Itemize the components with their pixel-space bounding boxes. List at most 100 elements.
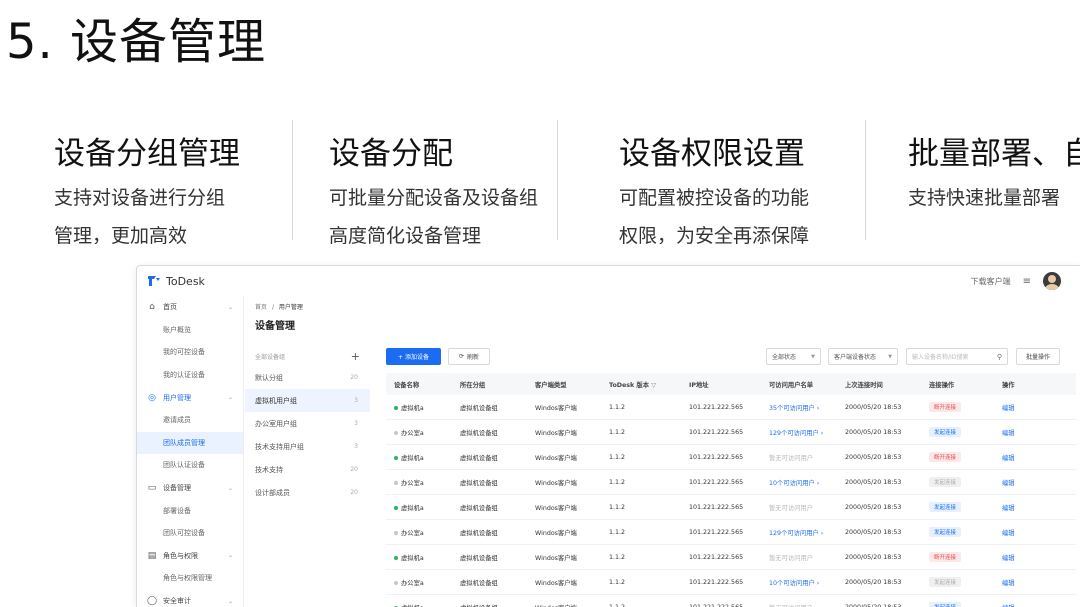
sidebar-item-label: 角色与权限 xyxy=(163,551,198,560)
client-status-select[interactable]: 客户端设备状态 ▼ xyxy=(828,348,898,365)
connect-action-button[interactable]: 断开连接 xyxy=(929,402,962,412)
page-title: 设备管理 xyxy=(255,321,295,332)
brand[interactable]: ToDesk xyxy=(147,275,205,288)
device-group: 虚拟机设备组 xyxy=(460,429,498,437)
avatar[interactable] xyxy=(1043,272,1061,290)
table-row[interactable]: 虚拟机a虚拟机设备组Windos客户端1.1.2101.221.222.565暂… xyxy=(386,595,1076,607)
device-table: 设备名称 所在分组 客户端类型 ToDesk 版本 ▽ IP地址 可访问用户名单… xyxy=(386,373,1076,607)
chevron-down-icon: ⌄ xyxy=(227,484,233,492)
accessible-users[interactable]: 10个可访问用户 › xyxy=(761,578,837,587)
ip-address: 101.221.222.565 xyxy=(689,453,744,461)
sidebar-group-home[interactable]: ⌂ 首页 ⌄ xyxy=(137,296,243,319)
group-item-count: 3 xyxy=(354,397,358,404)
device-name: 办公室a xyxy=(401,429,424,437)
device-group: 虚拟机设备组 xyxy=(452,603,527,607)
last-connect-time: 2000/05/20 18:53 xyxy=(845,428,902,436)
table-row[interactable]: 虚拟机a虚拟机设备组Windos客户端1.1.2101.221.222.565暂… xyxy=(386,545,1076,570)
chevron-down-icon: ⌄ xyxy=(227,303,233,311)
table-row[interactable]: 虚拟机a 虚拟机设备组 Windos客户端 1.1.2 101.221.222.565 3… xyxy=(386,395,1076,420)
table-row[interactable]: 办公室a 虚拟机设备组 Windos客户端 1.1.2 101.221.222.565 1… xyxy=(386,420,1076,445)
sidebar-item-deploy-devices[interactable]: 部署设备 xyxy=(137,499,243,522)
device-group: 虚拟机设备组 xyxy=(460,454,498,462)
table-row[interactable]: 虚拟机a虚拟机设备组Windos客户端1.1.2101.221.222.565暂… xyxy=(386,445,1076,470)
connect-action-cell: 断开连接 xyxy=(921,452,994,462)
column-header: 连接操作 xyxy=(929,381,955,389)
feature-device-assign: 设备分配 可批量分配设备及设备组 高度简化设备管理 xyxy=(329,118,538,244)
column-header-version[interactable]: ToDesk 版本 ▽ xyxy=(601,380,681,389)
accessible-users[interactable]: 129个可访问用户 › xyxy=(761,528,837,537)
group-item[interactable]: 办公室用户组 3 xyxy=(245,412,370,435)
chevron-down-icon: ▼ xyxy=(811,353,815,360)
group-item-count: 20 xyxy=(350,466,358,473)
sidebar-group-security-audit[interactable]: ◯ 安全审计 ⌄ xyxy=(137,590,243,607)
breadcrumb-root[interactable]: 首页 xyxy=(255,304,267,311)
chevron-down-icon: ⌄ xyxy=(227,394,233,402)
status-dot-icon xyxy=(394,480,398,485)
edit-link[interactable]: 编辑 xyxy=(994,453,1054,462)
table-row[interactable]: 办公室a 虚拟机设备组 Windos客户端 1.1.2 101.221.222.565 1… xyxy=(386,570,1076,595)
connect-action-button[interactable]: 发起连接 xyxy=(929,577,962,587)
sidebar-item-my-devices[interactable]: 我的可控设备 xyxy=(137,341,243,364)
table-row[interactable]: 办公室a 虚拟机设备组 Windos客户端 1.1.2 101.221.222.565 1… xyxy=(386,520,1076,545)
connect-action-button[interactable]: 发起连接 xyxy=(929,602,962,607)
accessible-users[interactable]: 35个可访问用户 › xyxy=(761,403,837,412)
group-item[interactable]: 技术支持 20 xyxy=(245,458,370,481)
edit-link[interactable]: 编辑 xyxy=(994,603,1054,607)
device-group: 虚拟机设备组 xyxy=(460,579,498,587)
slide-title: 5. 设备管理 xyxy=(6,14,267,70)
sidebar-item-role-management[interactable]: 角色与权限管理 xyxy=(137,567,243,590)
sidebar-group-roles[interactable]: ▤ 角色与权限 ⌄ xyxy=(137,545,243,568)
todesk-version: 1.1.2 xyxy=(609,503,626,511)
connect-action-button[interactable]: 断开连接 xyxy=(929,552,962,562)
connect-action-button[interactable]: 发起连接 xyxy=(929,527,962,537)
edit-link[interactable]: 编辑 xyxy=(994,403,1054,412)
feature-divider xyxy=(292,120,293,240)
device-name-cell: 办公室a xyxy=(386,528,452,537)
edit-link[interactable]: 编辑 xyxy=(994,428,1054,437)
edit-link[interactable]: 编辑 xyxy=(994,578,1054,587)
status-dot-icon xyxy=(394,505,398,510)
connect-action-button[interactable]: 发起连接 xyxy=(929,477,962,487)
monitor-icon: ▭ xyxy=(147,483,157,494)
sidebar-item-team-certified-devices[interactable]: 团队认证设备 xyxy=(137,454,243,477)
feature-divider xyxy=(865,120,866,240)
edit-link[interactable]: 编辑 xyxy=(994,503,1054,512)
connect-action-cell: 发起连接 xyxy=(921,502,994,512)
feature-permission: 设备权限设置 可配置被控设备的功能 权限，为安全再添保障 xyxy=(619,118,809,244)
group-item[interactable]: 设计部成员 20 xyxy=(245,481,370,504)
edit-link[interactable]: 编辑 xyxy=(994,528,1054,537)
group-item[interactable]: 技术支持用户组 3 xyxy=(245,435,370,458)
sidebar-group-user-management[interactable]: ◎ 用户管理 ⌄ xyxy=(137,386,243,409)
group-item[interactable]: 虚拟机用户组 3 xyxy=(245,389,370,412)
connect-action-button[interactable]: 发起连接 xyxy=(929,427,962,437)
search-icon[interactable]: ⚲ xyxy=(997,353,1002,361)
batch-operation-button[interactable]: 批量操作 xyxy=(1016,348,1060,365)
device-group: 虚拟机设备组 xyxy=(460,529,498,537)
edit-link[interactable]: 编辑 xyxy=(994,478,1054,487)
table-row[interactable]: 虚拟机a虚拟机设备组Windos客户端1.1.2101.221.222.565暂… xyxy=(386,495,1076,520)
search-input[interactable]: 输入设备名称/ID搜索 ⚲ xyxy=(906,348,1008,365)
add-group-icon[interactable]: + xyxy=(351,350,360,363)
sidebar-item-label: 首页 xyxy=(163,303,177,312)
sidebar-item-my-certified-devices[interactable]: 我的认证设备 xyxy=(137,364,243,387)
refresh-button[interactable]: ⟳ 刷新 xyxy=(448,348,490,365)
accessible-users[interactable]: 129个可访问用户 › xyxy=(761,428,837,437)
filter-icon[interactable]: ▽ xyxy=(651,382,656,389)
sidebar-item-account-overview[interactable]: 账户概览 xyxy=(137,319,243,342)
connect-action-button[interactable]: 断开连接 xyxy=(929,452,962,462)
download-client-link[interactable]: 下载客户端 xyxy=(971,276,1011,287)
sidebar-item-team-devices[interactable]: 团队可控设备 xyxy=(137,522,243,545)
sidebar-item-team-members[interactable]: 团队成员管理 xyxy=(137,431,243,455)
edit-link[interactable]: 编辑 xyxy=(994,553,1054,562)
add-device-button[interactable]: + 添加设备 xyxy=(386,348,441,365)
sidebar-item-invite-members[interactable]: 邀请成员 xyxy=(137,409,243,432)
table-row[interactable]: 办公室a 虚拟机设备组 Windos客户端 1.1.2 101.221.222.565 1… xyxy=(386,470,1076,495)
group-item[interactable]: 默认分组 20 xyxy=(245,366,370,389)
todesk-logo-icon xyxy=(148,276,160,286)
sidebar-group-device-management[interactable]: ▭ 设备管理 ⌄ xyxy=(137,477,243,500)
connect-action-button[interactable]: 发起连接 xyxy=(929,502,962,512)
accessible-users[interactable]: 10个可访问用户 › xyxy=(761,478,837,487)
feature-group-management: 设备分组管理 支持对设备进行分组 管理，更加高效 xyxy=(54,118,240,244)
menu-icon[interactable]: ≡ xyxy=(1023,276,1031,287)
status-select[interactable]: 全部状态 ▼ xyxy=(766,348,821,365)
